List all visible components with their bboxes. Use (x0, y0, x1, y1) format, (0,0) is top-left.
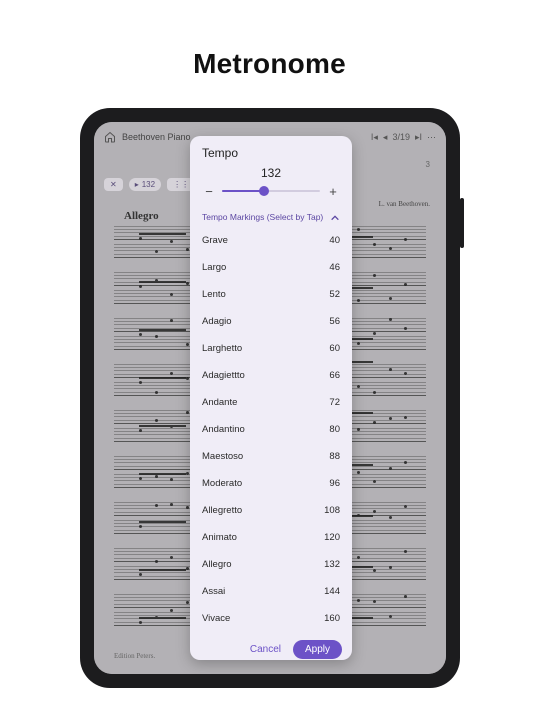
tempo-row-label: Lento (202, 289, 226, 300)
tempo-row-bpm: 108 (324, 505, 340, 516)
more-icon[interactable]: ⋯ (427, 132, 436, 143)
tempo-row-label: Adagiettto (202, 370, 245, 381)
tempo-row-label: Larghetto (202, 343, 242, 354)
page-next-icon[interactable]: ▸I (415, 132, 422, 143)
tempo-row-bpm: 60 (329, 343, 340, 354)
tempo-row-bpm: 56 (329, 316, 340, 327)
tempo-row[interactable]: Maestoso 88 (202, 443, 340, 470)
tempo-row[interactable]: Grave 40 (202, 227, 340, 254)
tempo-row[interactable]: Moderato 96 (202, 470, 340, 497)
tempo-row-label: Grave (202, 235, 228, 246)
home-icon[interactable] (104, 131, 116, 143)
play-bpm-chip[interactable]: ▸ 132 (129, 178, 161, 191)
tempo-decrement-button[interactable]: − (202, 184, 216, 198)
tempo-row[interactable]: Allegro 132 (202, 551, 340, 578)
tempo-slider-row: − + (190, 180, 352, 206)
page-title: Metronome (0, 48, 539, 80)
tempo-row-bpm: 132 (324, 559, 340, 570)
tempo-row-bpm: 46 (329, 262, 340, 273)
tempo-row-label: Andantino (202, 424, 245, 435)
chevron-up-icon (330, 213, 340, 223)
tempo-row-label: Allegro (202, 559, 232, 570)
tempo-row-bpm: 66 (329, 370, 340, 381)
tablet-screen: Beethoven Piano I◂ ◂ 3/19 ▸I ⋯ 3 ✕ ▸ 132… (94, 122, 446, 674)
tempo-marking-label: Allegro (124, 210, 159, 222)
cancel-button[interactable]: Cancel (246, 640, 285, 659)
tempo-row-label: Maestoso (202, 451, 243, 462)
page-first-icon[interactable]: I◂ (371, 132, 378, 143)
tempo-row-label: Largo (202, 262, 226, 273)
tempo-row-label: Animato (202, 532, 237, 543)
playback-toolbar: ✕ ▸ 132 ⋮⋮ (104, 178, 195, 191)
tempo-row[interactable]: Assai 144 (202, 578, 340, 605)
tempo-row[interactable]: Andante 72 (202, 389, 340, 416)
tempo-row[interactable]: Larghetto 60 (202, 335, 340, 362)
tempo-row[interactable]: Adagiettto 66 (202, 362, 340, 389)
tempo-value: 132 (190, 166, 352, 180)
tempo-row[interactable]: Adagio 56 (202, 308, 340, 335)
edition-label: Edition Peters. (114, 652, 155, 660)
tempo-row-bpm: 88 (329, 451, 340, 462)
tempo-row-bpm: 96 (329, 478, 340, 489)
tempo-markings-header[interactable]: Tempo Markings (Select by Tap) (190, 206, 352, 227)
tempo-markings-label: Tempo Markings (Select by Tap) (202, 212, 330, 223)
tempo-modal: Tempo 132 − + Tempo Markings (Select by … (190, 136, 352, 660)
tempo-slider[interactable] (222, 185, 320, 197)
slider-thumb[interactable] (259, 186, 269, 196)
close-button[interactable]: ✕ (104, 178, 123, 191)
modal-footer: Cancel Apply (190, 632, 352, 660)
tempo-row[interactable]: Allegretto 108 (202, 497, 340, 524)
slider-fill (222, 190, 264, 192)
tempo-row-label: Moderato (202, 478, 242, 489)
tempo-row[interactable]: Lento 52 (202, 281, 340, 308)
composer-label: L. van Beethoven. (379, 200, 430, 208)
toolbar-bpm: 132 (142, 180, 155, 189)
piece-title: Beethoven Piano (122, 132, 191, 142)
tempo-row-bpm: 72 (329, 397, 340, 408)
tempo-row-bpm: 40 (329, 235, 340, 246)
apply-button[interactable]: Apply (293, 640, 342, 659)
tempo-row[interactable]: Vivace 160 (202, 605, 340, 632)
page-indicator: 3/19 (392, 132, 410, 142)
play-icon: ▸ (135, 180, 139, 189)
modal-title: Tempo (190, 136, 352, 164)
tempo-markings-list: Grave 40 Largo 46 Lento 52 Adagio 56 Larghetto 60… (190, 227, 352, 632)
tempo-row-bpm: 160 (324, 613, 340, 624)
tempo-row-label: Vivace (202, 613, 230, 624)
sheet-page-number: 3 (426, 160, 430, 169)
tablet-frame: Beethoven Piano I◂ ◂ 3/19 ▸I ⋯ 3 ✕ ▸ 132… (80, 108, 460, 688)
tempo-row-bpm: 144 (324, 586, 340, 597)
tempo-row[interactable]: Largo 46 (202, 254, 340, 281)
tempo-row[interactable]: Animato 120 (202, 524, 340, 551)
tempo-row-bpm: 80 (329, 424, 340, 435)
tempo-increment-button[interactable]: + (326, 184, 340, 198)
tempo-row[interactable]: Andantino 80 (202, 416, 340, 443)
tempo-row-label: Allegretto (202, 505, 242, 516)
tempo-row-label: Andante (202, 397, 237, 408)
tempo-row-bpm: 52 (329, 289, 340, 300)
page-prev-icon[interactable]: ◂ (383, 132, 388, 143)
tempo-row-label: Adagio (202, 316, 232, 327)
tempo-row-label: Assai (202, 586, 225, 597)
tempo-row-bpm: 120 (324, 532, 340, 543)
